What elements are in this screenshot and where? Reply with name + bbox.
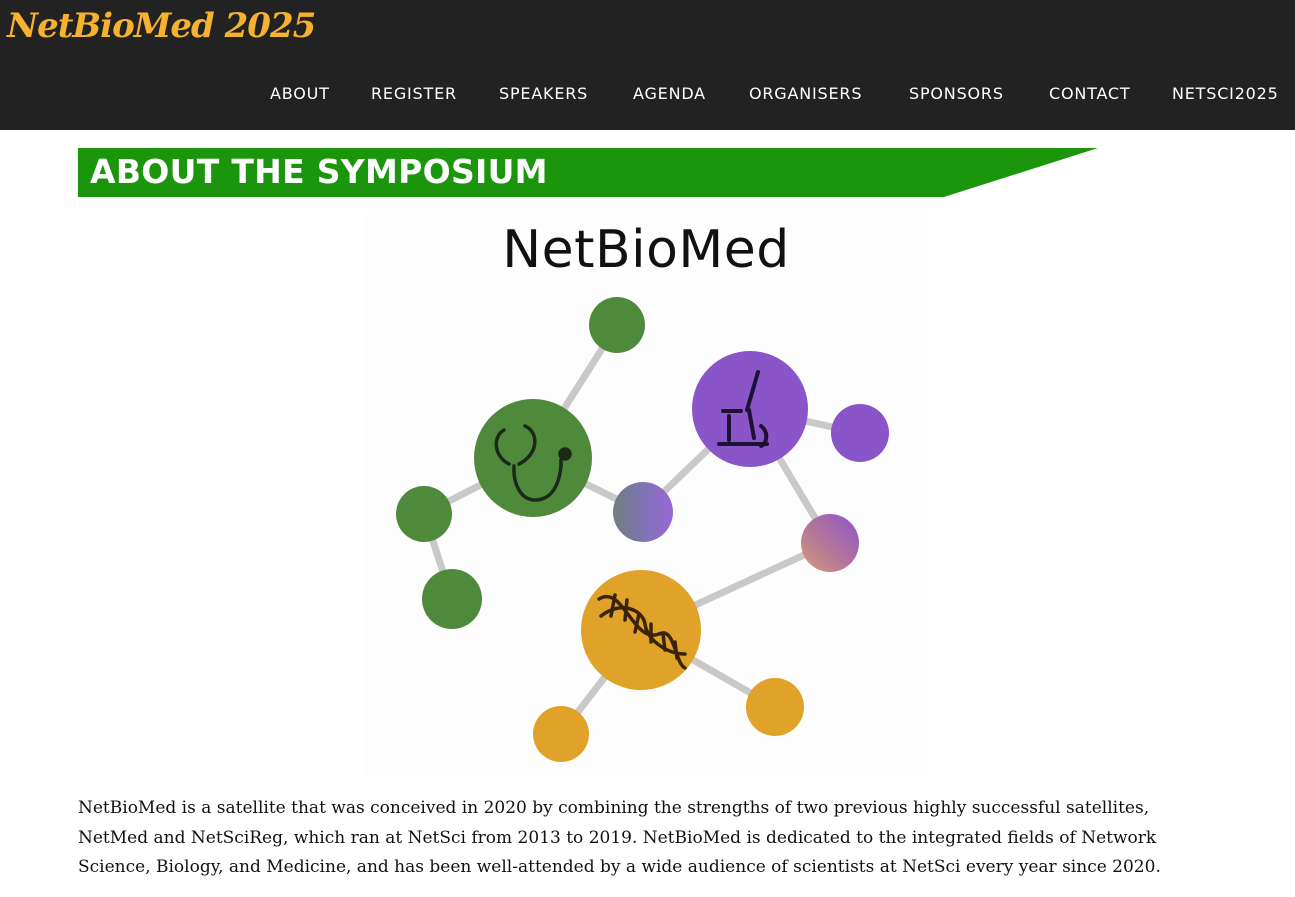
blend-node (801, 514, 859, 572)
purple-node (831, 404, 889, 462)
orange-node (533, 706, 589, 762)
netbiomed-logo: NetBioMed (363, 214, 929, 776)
green-node (422, 569, 482, 629)
nav-item-about[interactable]: ABOUT (270, 84, 330, 103)
main-nav: ABOUT REGISTER SPEAKERS AGENDA ORGANISER… (0, 84, 1295, 108)
green-node (396, 486, 452, 542)
site-header: NetBioMed 2025 ABOUT REGISTER SPEAKERS A… (0, 0, 1295, 130)
nav-item-sponsors[interactable]: SPONSORS (909, 84, 1004, 103)
nav-item-netsci2025[interactable]: NETSCI2025 (1172, 84, 1279, 103)
site-brand-link[interactable]: NetBioMed 2025 (7, 6, 316, 46)
nav-item-speakers[interactable]: SPEAKERS (499, 84, 588, 103)
blend-node (613, 482, 673, 542)
green-node (589, 297, 645, 353)
nav-item-contact[interactable]: CONTACT (1049, 84, 1130, 103)
section-banner: ABOUT THE SYMPOSIUM (78, 148, 1098, 197)
nav-item-agenda[interactable]: AGENDA (633, 84, 706, 103)
nav-item-organisers[interactable]: ORGANISERS (749, 84, 862, 103)
molecule-nodes (396, 297, 889, 762)
nav-item-register[interactable]: REGISTER (371, 84, 457, 103)
section-title: ABOUT THE SYMPOSIUM (90, 152, 548, 191)
about-paragraph: NetBioMed is a satellite that was concei… (78, 798, 1161, 877)
molecule-graphic (396, 297, 889, 762)
orange-node (746, 678, 804, 736)
